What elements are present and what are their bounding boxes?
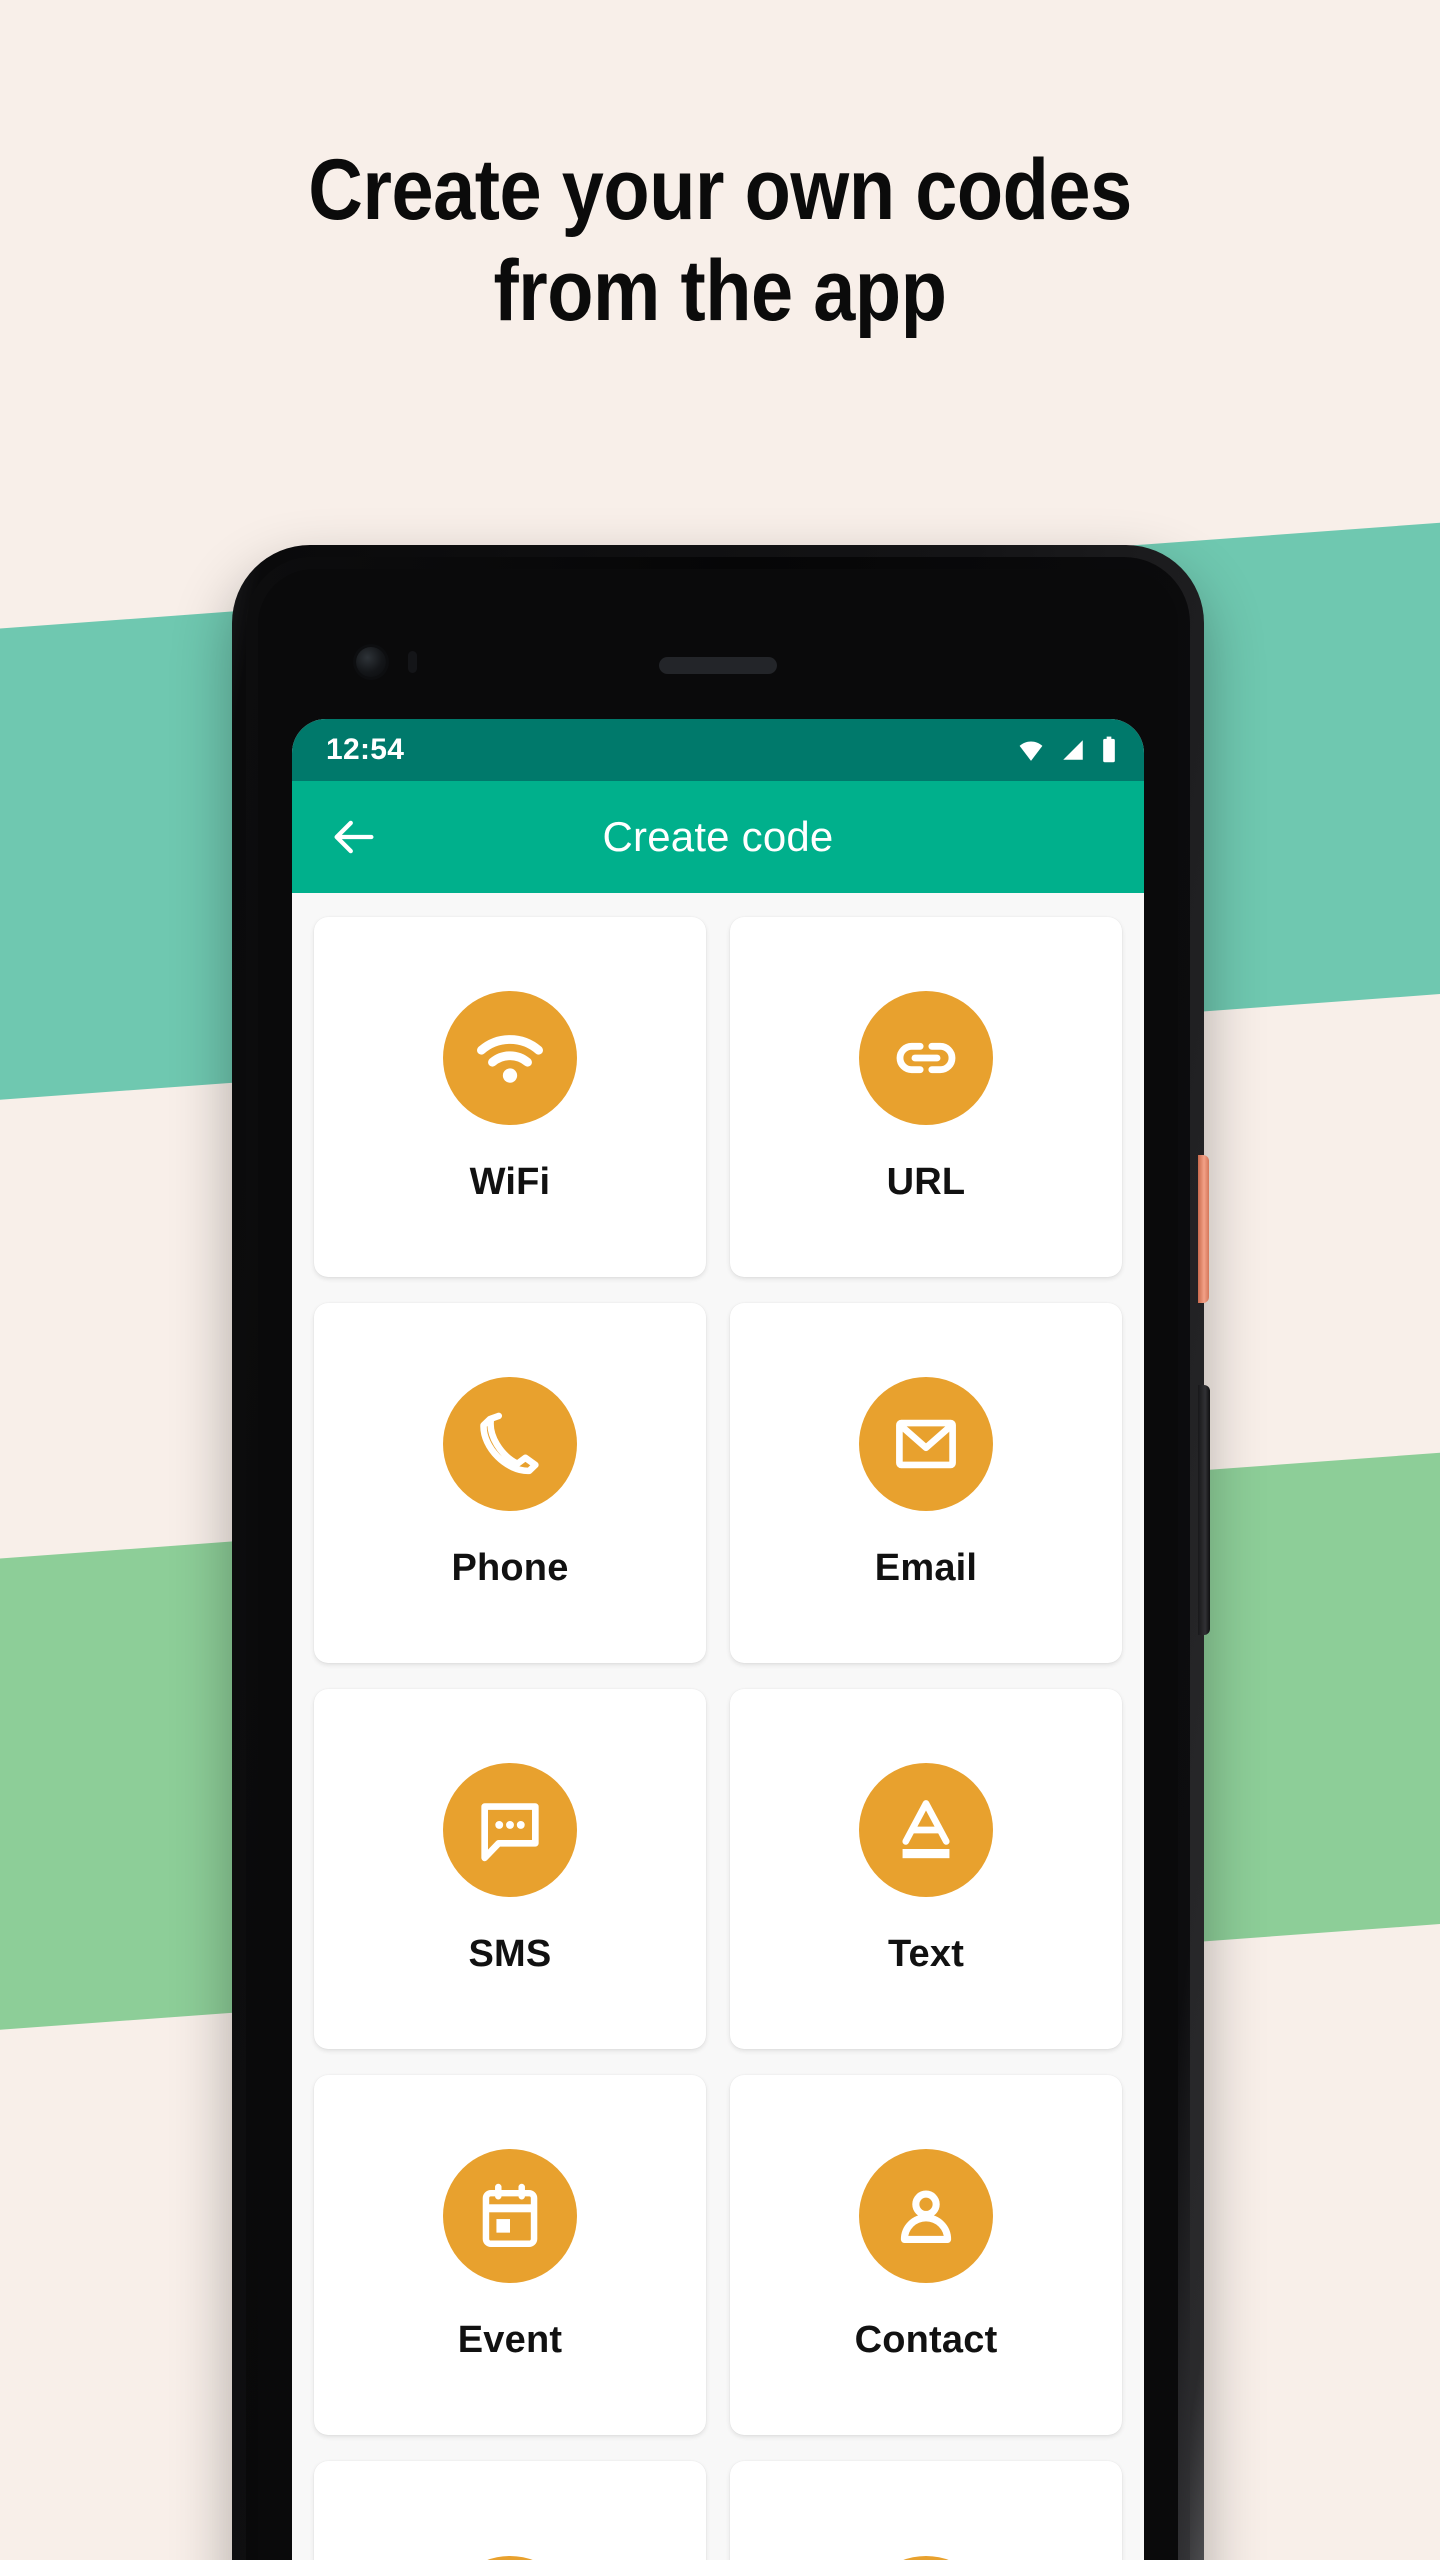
wifi-icon	[1019, 741, 1043, 761]
envelope-icon-badge	[859, 1376, 993, 1511]
text-format-icon-badge	[859, 1762, 993, 1897]
code-type-card-sms[interactable]: SMS	[314, 1689, 706, 2049]
text-format-icon	[902, 1799, 950, 1858]
card-label: Phone	[451, 1546, 569, 1589]
phone-handset-icon	[480, 1412, 539, 1474]
code-type-card-wifi[interactable]: WiFi	[314, 917, 706, 1277]
person-icon	[900, 2190, 952, 2243]
app-bar: Create code	[292, 781, 1144, 893]
chat-bubble-icon-badge	[443, 1762, 577, 1897]
wifi-icon	[477, 1034, 543, 1083]
headline-line-1: Create your own codes	[308, 142, 1132, 238]
volume-rocker-button[interactable]	[1198, 1385, 1210, 1635]
calendar-icon-badge	[443, 2148, 577, 2283]
phone-bezel: 12:54 Create code WiFi URL Phone Email S…	[258, 569, 1178, 2560]
sensor-icon	[408, 651, 417, 673]
link-icon-badge	[859, 990, 993, 1125]
app-bar-title: Create code	[602, 813, 834, 860]
phone-screen: 12:54 Create code WiFi URL Phone Email S…	[292, 719, 1144, 2560]
card-label: Text	[887, 1932, 965, 1975]
status-icons	[1016, 736, 1118, 764]
card-label: Contact	[854, 2318, 998, 2361]
partial-icon-badge	[443, 2556, 577, 2560]
phone-handset-icon-badge	[443, 1376, 577, 1511]
promo-headline: Create your own codes from the app	[86, 140, 1353, 343]
code-type-card-url[interactable]: URL	[730, 917, 1122, 1277]
power-button[interactable]	[1198, 1155, 1209, 1303]
code-type-card-phone[interactable]: Phone	[314, 1303, 706, 1663]
partial-icon-badge	[859, 2556, 993, 2560]
card-label: Email	[874, 1546, 978, 1589]
code-type-card-text[interactable]: Text	[730, 1689, 1122, 2049]
card-label: Event	[457, 2318, 563, 2361]
code-type-card-partial-right[interactable]	[730, 2461, 1122, 2560]
headline-line-2: from the app	[493, 243, 947, 340]
card-label: SMS	[468, 1932, 552, 1975]
battery-full-icon	[1103, 736, 1115, 763]
person-icon-badge	[859, 2148, 993, 2283]
earpiece-speaker	[659, 657, 777, 674]
card-label: URL	[886, 1160, 966, 1203]
calendar-icon	[482, 2183, 538, 2247]
link-icon	[896, 1042, 956, 1073]
code-type-card-partial-left[interactable]	[314, 2461, 706, 2560]
code-type-card-email[interactable]: Email	[730, 1303, 1122, 1663]
status-bar: 12:54	[292, 719, 1144, 781]
code-type-card-contact[interactable]: Contact	[730, 2075, 1122, 2435]
cellular-signal-icon	[1063, 740, 1083, 760]
chat-bubble-icon	[481, 1802, 539, 1861]
status-time: 12:54	[326, 733, 405, 766]
wifi-icon-badge	[443, 990, 577, 1125]
back-arrow-icon[interactable]	[328, 811, 380, 863]
front-camera-icon	[356, 647, 386, 677]
phone-mockup: 12:54 Create code WiFi URL Phone Email S…	[232, 545, 1210, 2560]
card-label: WiFi	[469, 1160, 551, 1203]
envelope-icon	[896, 1419, 956, 1468]
code-type-grid: WiFi URL Phone Email SMS Text Event Cont…	[292, 893, 1144, 2560]
code-type-card-event[interactable]: Event	[314, 2075, 706, 2435]
